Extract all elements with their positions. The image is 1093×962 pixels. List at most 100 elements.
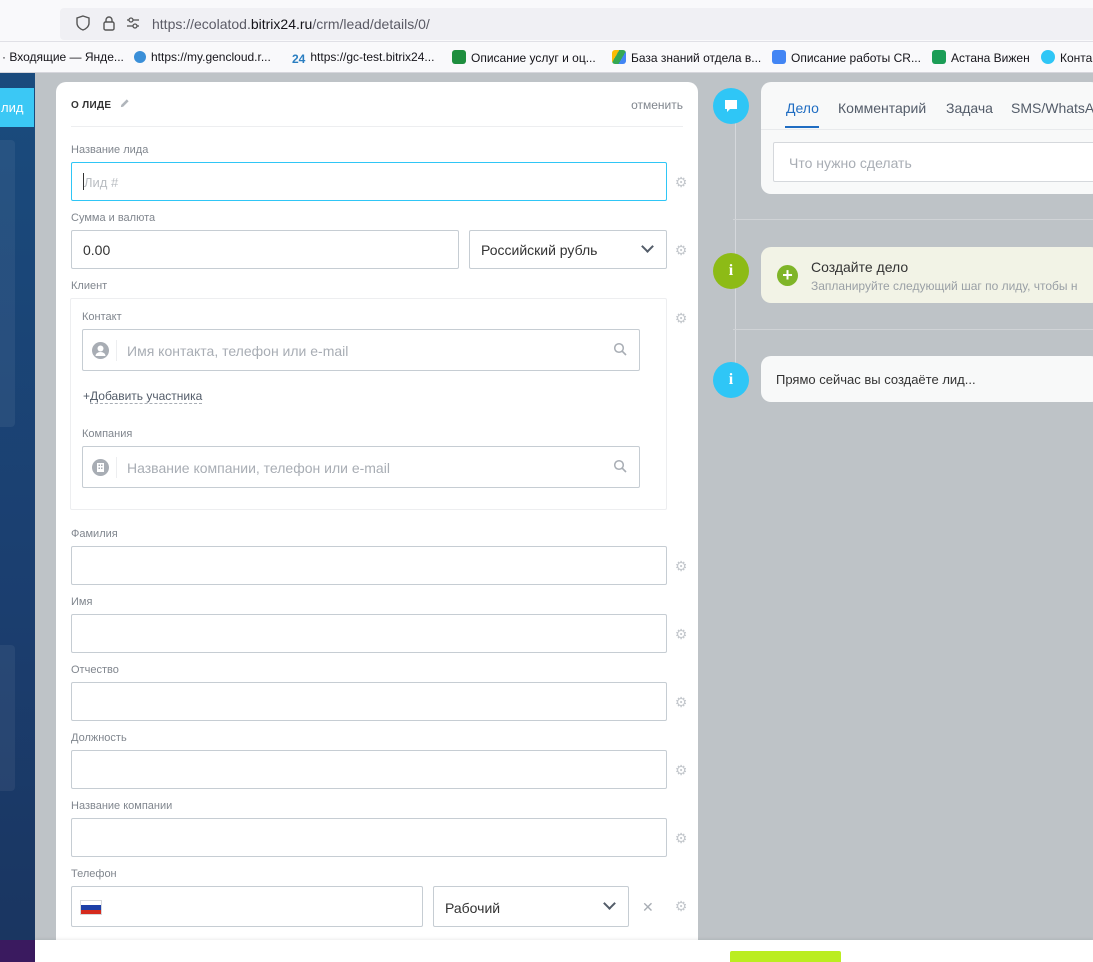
google-sheets-icon	[452, 50, 466, 64]
bitrix24-circle-icon	[1041, 50, 1055, 64]
bookmark-knowledge-base[interactable]: База знаний отдела в...	[612, 50, 761, 65]
info-icon: i	[713, 253, 749, 289]
chevron-down-icon	[641, 240, 654, 253]
position-input[interactable]	[71, 750, 667, 789]
company-placeholder: Название компании, телефон или e-mail	[127, 460, 390, 476]
lead-name-input[interactable]: Лид #	[71, 162, 667, 201]
lead-button[interactable]: лид	[0, 88, 34, 127]
gear-icon[interactable]: ⚙	[674, 175, 688, 189]
create-task-subtitle: Запланируйте следующий шаг по лиду, чтоб…	[811, 279, 1078, 293]
lead-name-placeholder: Лид #	[84, 175, 119, 190]
currency-value: Российский рубль	[481, 242, 598, 258]
client-block: Контакт Имя контакта, телефон или e-mail…	[70, 298, 667, 510]
section-title: О ЛИДЕ	[71, 100, 112, 111]
divider	[761, 129, 1093, 130]
gear-icon[interactable]: ⚙	[674, 243, 688, 257]
shield-icon[interactable]	[74, 15, 92, 33]
bookmark-crm-description[interactable]: Описание работы CR...	[772, 50, 921, 65]
client-label: Клиент	[71, 280, 108, 292]
search-icon[interactable]	[613, 459, 629, 475]
company-search-input[interactable]: Название компании, телефон или e-mail	[82, 446, 640, 488]
bookmark-yandex-mail[interactable]: · Входящие — Яндe...	[2, 50, 124, 64]
tab-comment[interactable]: Комментарий	[838, 100, 926, 116]
bitrix24-icon: 24	[292, 52, 306, 66]
add-participant-link[interactable]: +Добавить участника	[83, 389, 203, 404]
building-icon	[92, 459, 109, 476]
phone-input[interactable]	[71, 886, 423, 927]
bookmark-contacts[interactable]: Конта	[1041, 50, 1092, 65]
bookmark-gc-test[interactable]: 24 https://gc-test.bitrix24...	[292, 50, 434, 66]
amount-input[interactable]: 0.00	[71, 230, 459, 269]
tab-todo[interactable]: Задача	[946, 100, 993, 116]
chevron-down-icon	[603, 897, 616, 910]
gear-icon[interactable]: ⚙	[674, 311, 688, 325]
contact-label: Контакт	[82, 311, 122, 323]
phone-type-select[interactable]: Рабочий	[433, 886, 629, 927]
gear-icon[interactable]: ⚙	[674, 763, 688, 777]
comment-icon	[713, 88, 749, 124]
active-tab-indicator	[785, 126, 819, 128]
middle-name-label: Отчество	[71, 664, 119, 676]
rail-panel	[0, 140, 15, 427]
timeline-separator	[733, 219, 1093, 220]
info-icon: i	[713, 362, 749, 398]
first-name-input[interactable]	[71, 614, 667, 653]
page-permissions-icon[interactable]	[124, 15, 142, 33]
address-bar[interactable]: https://ecolatod.bitrix24.ru/crm/lead/de…	[60, 8, 1093, 40]
gencloud-icon	[134, 51, 146, 63]
rail-footer	[0, 940, 35, 962]
separator	[116, 340, 117, 361]
middle-name-input[interactable]	[71, 682, 667, 721]
gear-icon[interactable]: ⚙	[674, 695, 688, 709]
bookmark-astana-vision[interactable]: Астана Вижен	[932, 50, 1030, 65]
google-docs-icon	[772, 50, 786, 64]
lead-name-label: Название лида	[71, 144, 149, 156]
url-text: https://ecolatod.bitrix24.ru/crm/lead/de…	[152, 16, 430, 32]
save-button[interactable]	[730, 951, 841, 962]
lead-form-card: О ЛИДЕ отменить Название лида Лид # ⚙ Су…	[56, 82, 698, 940]
divider	[71, 126, 683, 127]
create-task-card[interactable]: + Создайте дело Запланируйте следующий ш…	[761, 247, 1093, 303]
gear-icon[interactable]: ⚙	[674, 559, 688, 573]
currency-select[interactable]: Российский рубль	[469, 230, 667, 269]
tab-sms-whatsapp[interactable]: SMS/WhatsAp	[1011, 100, 1093, 116]
close-icon[interactable]: ✕	[642, 899, 654, 916]
pencil-icon[interactable]	[119, 98, 130, 112]
google-drive-icon	[612, 50, 626, 64]
contact-placeholder: Имя контакта, телефон или e-mail	[127, 343, 349, 359]
creating-lead-text: Прямо сейчас вы создаёте лид...	[776, 372, 976, 387]
todo-placeholder: Что нужно сделать	[789, 155, 912, 171]
gear-icon[interactable]: ⚙	[674, 627, 688, 641]
contact-search-input[interactable]: Имя контакта, телефон или e-mail	[82, 329, 640, 371]
bookmark-services[interactable]: Описание услуг и оц...	[452, 50, 596, 65]
todo-input[interactable]: Что нужно сделать	[773, 142, 1093, 182]
separator	[116, 457, 117, 478]
gear-icon[interactable]: ⚙	[674, 899, 688, 913]
company-name-input[interactable]	[71, 818, 667, 857]
browser-toolbar: https://ecolatod.bitrix24.ru/crm/lead/de…	[0, 0, 1093, 42]
last-name-label: Фамилия	[71, 528, 118, 540]
company-label: Компания	[82, 428, 133, 440]
rail-panel	[0, 645, 15, 791]
cancel-link[interactable]: отменить	[631, 98, 683, 112]
amount-label: Сумма и валюта	[71, 212, 156, 224]
phone-label: Телефон	[71, 868, 117, 880]
first-name-label: Имя	[71, 596, 93, 608]
last-name-input[interactable]	[71, 546, 667, 585]
position-label: Должность	[71, 732, 127, 744]
russia-flag-icon[interactable]	[80, 900, 102, 915]
company-name-label: Название компании	[71, 800, 173, 812]
bookmarks-bar: · Входящие — Яндe... https://my.gencloud…	[0, 42, 1093, 73]
tab-task[interactable]: Дело	[786, 100, 819, 116]
gear-icon[interactable]: ⚙	[674, 831, 688, 845]
phone-type-value: Рабочий	[445, 900, 501, 916]
search-icon[interactable]	[613, 342, 629, 358]
creating-lead-card: Прямо сейчас вы создаёте лид...	[761, 356, 1093, 402]
lock-icon[interactable]	[100, 15, 118, 33]
bookmark-gencloud[interactable]: https://my.gencloud.r...	[134, 50, 271, 64]
bottom-action-bar	[35, 940, 1093, 962]
timeline-separator	[733, 329, 1093, 330]
plus-icon[interactable]: +	[777, 265, 798, 286]
amount-value: 0.00	[83, 242, 111, 258]
astana-vision-icon	[932, 50, 946, 64]
